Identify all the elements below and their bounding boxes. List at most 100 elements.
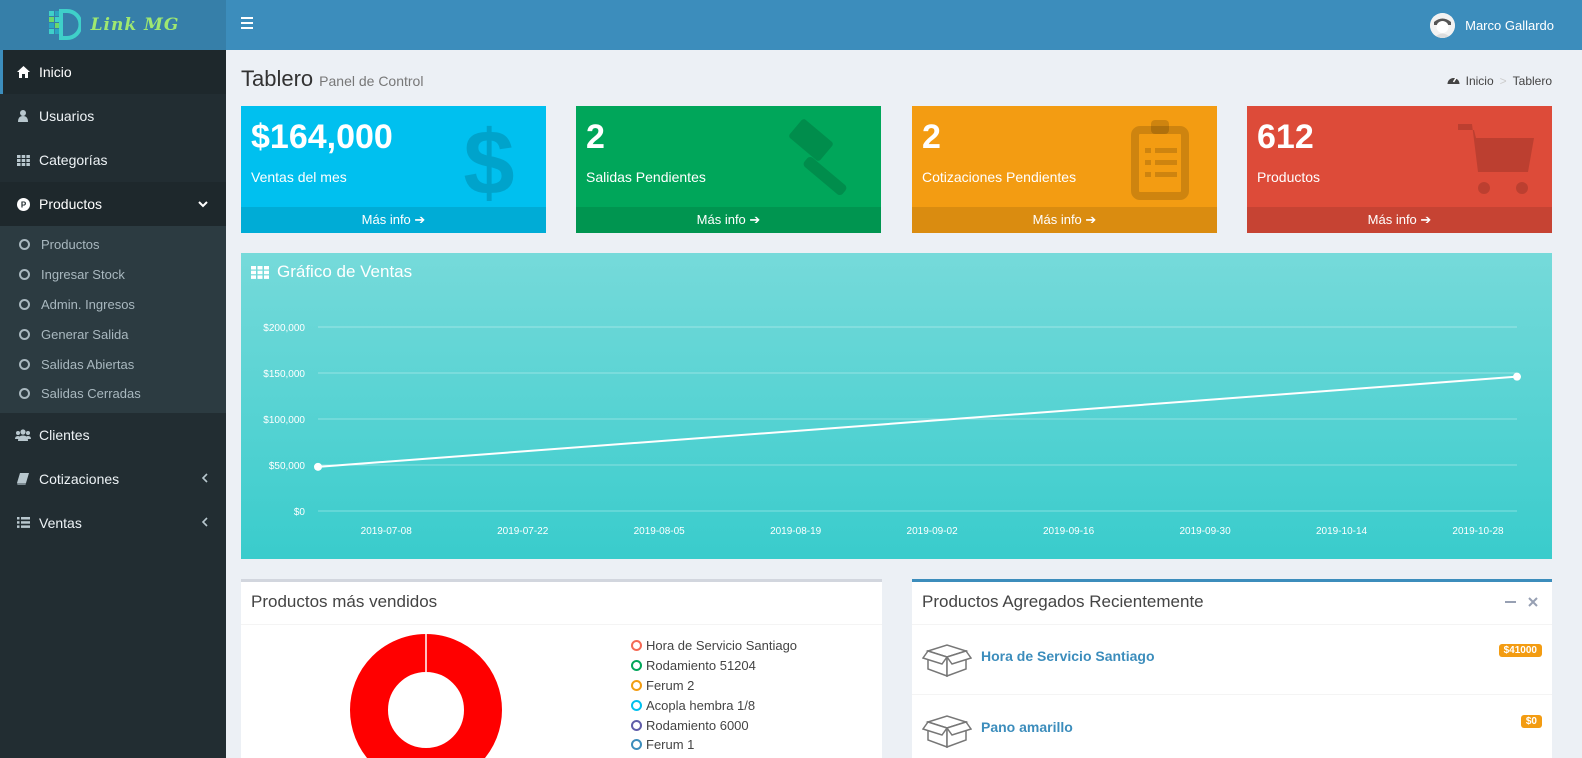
sidebar-item-label: Cotizaciones — [39, 470, 120, 487]
data-point — [314, 462, 322, 471]
svg-text:$: $ — [463, 116, 514, 206]
sidebar-item-inicio[interactable]: Inicio — [0, 50, 226, 94]
circle-icon — [19, 388, 30, 400]
page-title: Tablero Panel de Control — [241, 66, 423, 92]
list-item: Hora de Servicio Santiago $41000 — [912, 625, 1552, 695]
breadcrumb-current: Tablero — [1512, 74, 1552, 88]
submenu-item-productos[interactable]: Productos — [0, 230, 226, 260]
legend-item: Hora de Servicio Santiago — [631, 636, 797, 656]
sidebar-item-ventas[interactable]: Ventas — [0, 501, 226, 545]
more-info-link[interactable]: Más info ➔ — [576, 207, 881, 233]
legend-dot-icon — [631, 679, 642, 691]
legend-label: Acopla hembra 1/8 — [646, 697, 756, 713]
submenu-item-label: Productos — [41, 237, 100, 253]
breadcrumb-home-link[interactable]: Inicio — [1466, 74, 1494, 88]
stat-box-cotizaciones: 2 Cotizaciones Pendientes Más info ➔ — [912, 106, 1217, 233]
sidebar-item-label: Inicio — [39, 64, 72, 80]
y-tick-label: $0 — [294, 507, 306, 518]
arrow-circle-right-icon: ➔ — [1420, 212, 1432, 227]
legend-dot-icon — [631, 739, 642, 751]
circle-icon — [19, 328, 30, 340]
box-icon — [921, 637, 973, 687]
cart-icon — [1450, 116, 1540, 206]
y-tick-label: $200,000 — [263, 323, 305, 334]
stat-label: Ventas del mes — [251, 169, 347, 185]
sidebar-item-usuarios[interactable]: Usuarios — [0, 94, 226, 138]
legend-dot-icon — [631, 699, 642, 711]
top-products-panel: Productos más vendidos Hora de Servicio … — [241, 579, 882, 758]
sidebar-item-label: Productos — [39, 196, 103, 212]
product-link[interactable]: Hora de Servicio Santiago — [981, 648, 1155, 664]
sidebar-item-cotizaciones[interactable]: Cotizaciones — [0, 457, 226, 501]
x-tick-label: 2019-09-02 — [907, 526, 959, 537]
submenu-item-admin-ingresos[interactable]: Admin. Ingresos — [0, 290, 226, 320]
circle-icon — [19, 239, 30, 251]
logo-text: Link MG — [90, 15, 180, 35]
sidebar-item-label: Ventas — [39, 514, 82, 531]
chevron-left-icon — [201, 472, 208, 486]
users-icon — [15, 427, 31, 443]
series-line — [317, 375, 1518, 468]
stat-value: 2 — [922, 118, 941, 156]
stat-value: 612 — [1257, 118, 1314, 156]
product-link[interactable]: Pano amarillo — [981, 719, 1073, 735]
menu-toggle-icon[interactable] — [241, 17, 253, 29]
user-menu[interactable]: Marco Gallardo — [1430, 13, 1554, 38]
stat-box-ventas: $164,000 Ventas del mes $ Más info ➔ — [241, 106, 546, 233]
submenu-item-label: Salidas Abiertas — [41, 356, 135, 372]
x-tick-label: 2019-09-30 — [1179, 526, 1231, 537]
sales-line-chart: $0 $50,000 $100,000 $150,000 $200,000 2019-07… — [263, 323, 1521, 537]
stat-label: Cotizaciones Pendientes — [922, 169, 1077, 185]
sidebar-item-categorias[interactable]: Categorías — [0, 138, 226, 182]
user-icon — [15, 108, 31, 124]
more-info-link[interactable]: Más info ➔ — [241, 207, 546, 233]
circle-icon — [19, 269, 30, 281]
price-badge: $0 — [1520, 715, 1542, 728]
arrow-circle-right-icon: ➔ — [1085, 212, 1097, 227]
sales-chart-box: Gráfico de Ventas $0 $50,000 $100,000 $150,… — [241, 253, 1552, 559]
donut-chart — [350, 633, 502, 758]
submenu-item-ingresar-stock[interactable]: Ingresar Stock — [0, 260, 226, 290]
close-icon[interactable] — [1528, 594, 1538, 610]
gavel-icon — [779, 116, 869, 206]
submenu-item-label: Generar Salida — [41, 326, 129, 342]
breadcrumb-separator: > — [1499, 74, 1507, 88]
legend-item: Rodamiento 6000 — [631, 715, 797, 735]
box-icon — [921, 708, 973, 758]
y-tick-label: $100,000 — [263, 415, 305, 426]
collapse-icon[interactable] — [1505, 594, 1516, 610]
x-tick-label: 2019-09-16 — [1043, 526, 1095, 537]
stat-box-salidas: 2 Salidas Pendientes Más info ➔ — [576, 106, 881, 233]
page-title-text: Tablero — [241, 66, 314, 91]
list-icon — [15, 515, 31, 531]
avatar — [1430, 13, 1456, 38]
top-navbar: Marco Gallardo — [226, 0, 1582, 50]
user-name: Marco Gallardo — [1465, 18, 1554, 33]
data-point — [1513, 372, 1521, 381]
more-info-label: Más info — [1367, 212, 1417, 227]
chevron-down-icon — [198, 197, 208, 211]
x-tick-label: 2019-07-22 — [497, 526, 549, 537]
legend-label: Ferum 2 — [646, 677, 695, 693]
arrow-circle-right-icon: ➔ — [749, 212, 761, 227]
brand-logo[interactable]: Link MG — [0, 0, 226, 50]
submenu-item-salidas-cerradas[interactable]: Salidas Cerradas — [0, 379, 226, 409]
circle-icon — [19, 298, 30, 310]
more-info-link[interactable]: Más info ➔ — [912, 207, 1217, 233]
x-tick-label: 2019-10-28 — [1452, 526, 1504, 537]
logo-mark-icon — [47, 8, 83, 42]
more-info-link[interactable]: Más info ➔ — [1247, 207, 1552, 233]
chevron-left-icon — [201, 516, 208, 530]
circle-icon — [19, 358, 30, 370]
arrow-circle-right-icon: ➔ — [414, 212, 426, 227]
submenu-item-generar-salida[interactable]: Generar Salida — [0, 319, 226, 349]
sidebar-item-clientes[interactable]: Clientes — [0, 413, 226, 457]
p-circle-icon: P — [15, 196, 31, 212]
sidebar-item-productos[interactable]: P Productos — [0, 182, 226, 226]
sidebar-item-label: Usuarios — [39, 108, 95, 124]
page-subtitle: Panel de Control — [319, 73, 424, 89]
more-info-label: Más info — [1032, 212, 1082, 227]
submenu-item-label: Ingresar Stock — [41, 267, 125, 283]
submenu-item-salidas-abiertas[interactable]: Salidas Abiertas — [0, 349, 226, 379]
sidebar: Link MG Inicio Usuarios Categorías P Pro… — [0, 0, 226, 758]
